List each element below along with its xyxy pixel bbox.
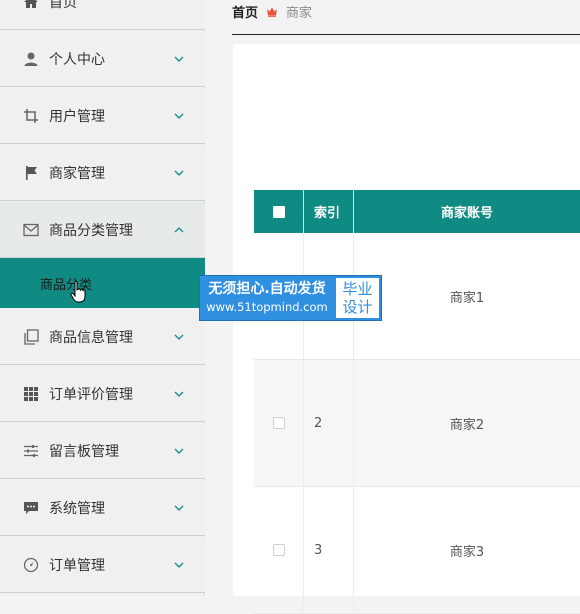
sidebar-item-message-board-management[interactable]: 留言板管理 [0,423,205,479]
crown-separator-icon [266,5,278,17]
watermark-badge-line2: 设计 [342,298,373,316]
sidebar-item-label: 商品信息管理 [49,329,133,346]
sidebar-item-label: 订单评价管理 [49,386,133,403]
row-index: 3 [304,487,354,613]
table-row: 3 商家3 [254,487,580,614]
chevron-down-icon [173,445,185,457]
sidebar-item-order-review-management[interactable]: 订单评价管理 [0,366,205,422]
select-all-checkbox[interactable] [272,205,285,218]
table-header: 索引 商家账号 [254,190,580,233]
sidebar: 首页 个人中心 用户管理 商家管理 商品分类管理 商品分类 商品信息管理 订单评… [0,0,205,596]
chevron-down-icon [173,559,185,571]
chevron-down-icon [173,502,185,514]
sidebar-item-home[interactable]: 首页 [0,0,205,30]
sliders-icon [22,442,40,460]
sidebar-item-label: 商家管理 [49,165,105,182]
crop-icon [22,107,40,125]
table-row: 2 商家2 [254,360,580,487]
chevron-down-icon [173,388,185,400]
sidebar-item-user-management[interactable]: 用户管理 [0,88,205,144]
row-account: 商家2 [449,417,485,433]
watermark-slogan: 无须担心.自动发货 [208,281,326,297]
chevron-down-icon [173,331,185,343]
breadcrumb: 首页 商家 [232,0,312,22]
sidebar-item-category-management[interactable]: 商品分类管理 [0,202,205,258]
row-checkbox[interactable] [272,544,285,556]
sidebar-item-order-management[interactable]: 订单管理 [0,537,205,593]
breadcrumb-current: 商家 [286,5,313,21]
header-index: 索引 [304,190,354,233]
row-checkbox[interactable] [272,417,285,429]
watermark-text: 无须担心.自动发货 www.51topmind.com [200,276,334,320]
sidebar-item-product-info-management[interactable]: 商品信息管理 [0,309,205,365]
breadcrumb-divider [232,34,580,35]
copy-icon [22,328,40,346]
flag-icon [22,164,40,182]
row-index: 2 [304,360,354,486]
sidebar-item-label: 个人中心 [49,51,105,68]
row-account: 商家1 [449,290,485,306]
sidebar-item-label: 订单管理 [49,557,105,574]
grid-icon [22,385,40,403]
sidebar-item-personal-center[interactable]: 个人中心 [0,31,205,87]
sidebar-item-system-management[interactable]: 系统管理 [0,480,205,536]
row-select-cell [254,487,304,613]
watermark-badge: 毕业 设计 [336,278,379,318]
home-icon [22,0,40,11]
sidebar-item-label: 系统管理 [49,500,105,517]
sidebar-item-label: 用户管理 [49,108,105,125]
header-select-cell [254,190,304,233]
chevron-down-icon [173,167,185,179]
sidebar-item-label: 留言板管理 [49,443,119,460]
sidebar-item-merchant-management[interactable]: 商家管理 [0,145,205,201]
breadcrumb-home[interactable]: 首页 [232,2,258,21]
submenu-item-product-category[interactable]: 商品分类 [0,258,205,308]
row-account: 商家3 [449,544,485,560]
chat-icon [22,499,40,517]
chevron-down-icon [173,53,185,65]
watermark-banner: 无须担心.自动发货 www.51topmind.com 毕业 设计 [199,275,382,321]
mail-icon [22,221,40,239]
chevron-up-icon [173,224,185,236]
sidebar-item-label: 商品分类管理 [49,222,133,239]
chevron-down-icon [173,110,185,122]
sidebar-item-label: 首页 [49,0,77,11]
hand-cursor-icon [70,280,86,303]
watermark-badge-line1: 毕业 [342,280,373,298]
header-account: 商家账号 [440,206,493,221]
watermark-url: www.51topmind.com [206,300,328,314]
compass-icon [22,556,40,574]
row-select-cell [254,360,304,486]
user-icon [22,50,40,68]
